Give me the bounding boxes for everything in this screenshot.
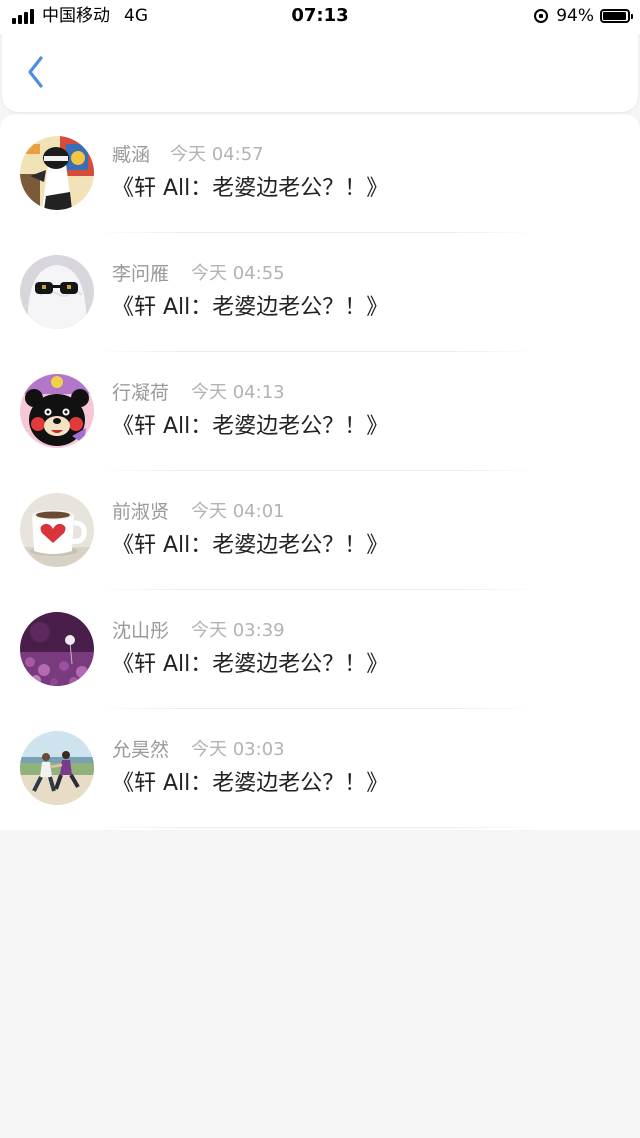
message-time: 今天 04:55 [191,263,285,284]
message-time: 今天 04:13 [191,382,285,403]
heart-mug-avatar-icon [20,493,94,567]
list-item[interactable]: 前淑贤 今天 04:01 《轩 All：老婆边老公？！》 [0,471,640,590]
black-bear-avatar-icon [20,374,94,448]
sender-name: 沈山彤 [112,620,170,642]
message-text: 《轩 All：老婆边老公？！》 [112,414,389,439]
list-item[interactable]: 臧涵 今天 04:57 《轩 All：老婆边老公？！》 [0,114,640,233]
avatar [20,255,94,329]
running-couple-avatar-icon [20,731,94,805]
message-time: 今天 03:39 [191,620,285,641]
divider [96,827,540,828]
battery-fill [603,12,626,20]
status-bar: 中国移动 4G 07:13 94% [0,0,640,34]
chevron-left-icon [28,56,43,88]
sender-name: 臧涵 [112,144,151,166]
message-list: 臧涵 今天 04:57 《轩 All：老婆边老公？！》 李问雁 今天 04:55… [0,114,640,830]
avatar [20,136,94,210]
ghost-sunglasses-avatar-icon [20,255,94,329]
message-text: 《轩 All：老婆边老公？！》 [112,295,389,320]
message-text: 《轩 All：老婆边老公？！》 [112,652,389,677]
list-item[interactable]: 允昊然 今天 03:03 《轩 All：老婆边老公？！》 [0,709,640,828]
sender-name: 行凝荷 [112,382,170,404]
message-text: 《轩 All：老婆边老公？！》 [112,771,389,796]
orientation-lock-icon [534,9,549,23]
list-item[interactable]: 行凝荷 今天 04:13 《轩 All：老婆边老公？！》 [0,352,640,471]
avatar [20,731,94,805]
battery-icon [600,9,633,23]
nav-header [2,30,638,112]
list-item[interactable]: 沈山彤 今天 03:39 《轩 All：老婆边老公？！》 [0,590,640,709]
message-time: 今天 03:03 [191,739,285,760]
message-text: 《轩 All：老婆边老公？！》 [112,533,389,558]
status-right: 94% [534,5,633,27]
message-text: 《轩 All：老婆边老公？！》 [112,176,389,201]
message-time: 今天 04:01 [191,501,285,522]
avatar [20,612,94,686]
list-item[interactable]: 李问雁 今天 04:55 《轩 All：老婆边老公？！》 [0,233,640,352]
cartoon-figure-avatar-icon [20,136,94,210]
sender-name: 李问雁 [112,263,170,285]
back-button[interactable] [16,52,56,92]
sender-name: 允昊然 [112,739,170,761]
avatar [20,374,94,448]
battery-percent: 94% [556,6,594,26]
avatar [20,493,94,567]
sender-name: 前淑贤 [112,501,170,523]
message-time: 今天 04:57 [170,144,264,165]
purple-flowers-avatar-icon [20,612,94,686]
